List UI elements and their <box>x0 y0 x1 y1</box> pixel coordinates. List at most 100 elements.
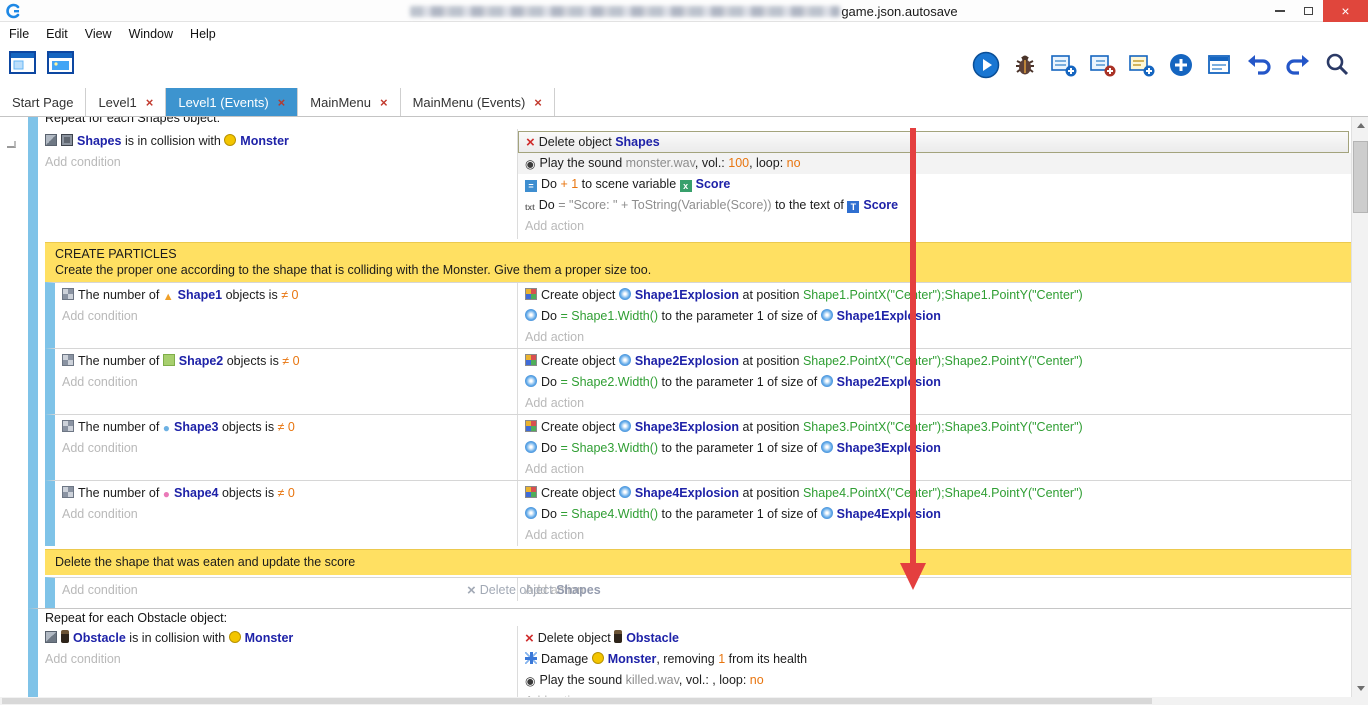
add-condition-link[interactable]: Add condition <box>55 306 517 327</box>
add-event-icon[interactable] <box>1049 50 1079 80</box>
action-create-shape4explosion[interactable]: Create object Shape4Explosion at positio… <box>518 483 1351 504</box>
collapse-toggle[interactable] <box>7 141 16 148</box>
action-create-shape1explosion[interactable]: Create object Shape1Explosion at positio… <box>518 285 1351 306</box>
action-size-shape3explosion[interactable]: Do = Shape3.Width() to the parameter 1 o… <box>518 438 1351 459</box>
sound-icon <box>525 671 535 692</box>
action-delete-shapes[interactable]: Delete object Shapes <box>518 131 1349 153</box>
action-delete-obstacle[interactable]: Delete object Obstacle <box>518 628 1351 649</box>
text-segment: Create object <box>541 354 619 368</box>
add-action-link[interactable]: Add action <box>518 327 1351 348</box>
debug-icon[interactable] <box>1010 50 1040 80</box>
tab-close-icon[interactable]: × <box>278 96 286 109</box>
image-window-icon[interactable] <box>46 48 76 78</box>
tab-level1-events[interactable]: Level1 (Events) × <box>166 88 298 116</box>
condition-obstacle-collision[interactable]: Obstacle is in collision with Monster <box>38 628 517 649</box>
menu-window[interactable]: Window <box>121 24 181 44</box>
scene-window-icon[interactable] <box>8 48 38 78</box>
action-size-shape2explosion[interactable]: Do = Shape2.Width() to the parameter 1 o… <box>518 372 1351 393</box>
condition-shape4-count[interactable]: The number of Shape4 objects is ≠ 0 <box>55 483 517 504</box>
add-condition-link[interactable]: Add condition <box>55 372 517 393</box>
add-comment-icon[interactable] <box>1127 50 1157 80</box>
tab-label: Start Page <box>12 95 73 110</box>
text-segment: Monster <box>608 652 657 666</box>
add-action-link[interactable]: Add action <box>518 580 1351 601</box>
action-size-shape1explosion[interactable]: Do = Shape1.Width() to the parameter 1 o… <box>518 306 1351 327</box>
text-segment: Play the sound <box>539 673 625 687</box>
comment-delete-shape[interactable]: Delete the shape that was eaten and upda… <box>45 549 1351 575</box>
text-segment: at position <box>739 288 803 302</box>
add-action-link[interactable]: Add action <box>518 525 1351 546</box>
add-plus-icon[interactable] <box>1166 50 1196 80</box>
play-icon[interactable] <box>971 50 1001 80</box>
comment-create-particles[interactable]: CREATE PARTICLES Create the proper one a… <box>45 242 1351 282</box>
create-icon <box>525 288 537 300</box>
event-drop-target[interactable]: Add condition Add action Delete object S… <box>45 577 1351 608</box>
event-repeat-shapes[interactable]: Repeat for each Shapes object: Shapes is… <box>28 117 1351 608</box>
condition-shape1-count[interactable]: The number of Shape1 objects is ≠ 0 <box>55 285 517 306</box>
text-segment: , removing <box>656 652 718 666</box>
vertical-scrollbar[interactable] <box>1351 117 1368 697</box>
add-condition-link[interactable]: Add condition <box>55 504 517 525</box>
scroll-down-arrow-icon[interactable] <box>1352 680 1368 697</box>
tab-mainmenu[interactable]: MainMenu × <box>298 88 400 116</box>
menu-edit[interactable]: Edit <box>38 24 76 44</box>
add-condition-link[interactable]: Add condition <box>38 152 517 173</box>
condition-shapes-collision[interactable]: Shapes is in collision with Monster <box>38 131 517 152</box>
tab-start-page[interactable]: Start Page <box>0 88 86 116</box>
action-play-killed-sound[interactable]: Play the sound killed.wav, vol.: , loop:… <box>518 670 1351 691</box>
text-segment: ≠ 0 <box>278 486 295 500</box>
tab-level1[interactable]: Level1 × <box>86 88 166 116</box>
text-segment: Shape1.PointX("Center");Shape1.PointY("C… <box>803 288 1083 302</box>
subevent-shape2[interactable]: The number of Shape2 objects is ≠ 0 Add … <box>45 348 1351 414</box>
horizontal-scrollbar-thumb[interactable] <box>2 698 1152 704</box>
subevent-shape4[interactable]: The number of Shape4 objects is ≠ 0 Add … <box>45 480 1351 546</box>
create-icon <box>525 486 537 498</box>
action-damage-monster[interactable]: Damage Monster, removing 1 from its heal… <box>518 649 1351 670</box>
horizontal-scrollbar[interactable] <box>0 697 1351 705</box>
action-add-score[interactable]: Do + 1 to scene variable Score <box>518 174 1351 195</box>
add-condition-link[interactable]: Add condition <box>38 649 517 670</box>
add-action-link[interactable]: Add action <box>518 459 1351 480</box>
explosion-icon <box>821 441 833 453</box>
text-segment: Shape2.PointX("Center");Shape2.PointY("C… <box>803 354 1083 368</box>
add-condition-link[interactable]: Add condition <box>55 438 517 459</box>
count-icon <box>62 486 74 498</box>
subevent-shape1[interactable]: The number of Shape1 objects is ≠ 0 Add … <box>45 282 1351 348</box>
add-condition-link[interactable]: Add condition <box>55 580 517 601</box>
tab-close-icon[interactable]: × <box>380 96 388 109</box>
action-create-shape2explosion[interactable]: Create object Shape2Explosion at positio… <box>518 351 1351 372</box>
condition-shape2-count[interactable]: The number of Shape2 objects is ≠ 0 <box>55 351 517 372</box>
menu-file[interactable]: File <box>1 24 37 44</box>
action-set-score-text[interactable]: Do = "Score: " + ToString(Variable(Score… <box>518 195 1351 216</box>
redo-icon[interactable] <box>1283 50 1313 80</box>
text-segment: is in collision with <box>126 631 229 645</box>
text-segment: Shape4Explosion <box>635 486 739 500</box>
tab-mainmenu-events[interactable]: MainMenu (Events) × <box>401 88 555 116</box>
scroll-up-arrow-icon[interactable] <box>1352 117 1368 134</box>
search-icon[interactable] <box>1322 50 1352 80</box>
add-subevent-icon[interactable] <box>1088 50 1118 80</box>
condition-shape3-count[interactable]: The number of Shape3 objects is ≠ 0 <box>55 417 517 438</box>
vertical-scrollbar-thumb[interactable] <box>1353 141 1368 213</box>
action-create-shape3explosion[interactable]: Create object Shape3Explosion at positio… <box>518 417 1351 438</box>
action-size-shape4explosion[interactable]: Do = Shape4.Width() to the parameter 1 o… <box>518 504 1351 525</box>
menu-help[interactable]: Help <box>182 24 224 44</box>
text-segment: Shapes <box>615 135 659 149</box>
maximize-icon[interactable] <box>1294 0 1323 22</box>
title-bar: game.json.autosave × <box>0 0 1368 22</box>
minimize-icon[interactable] <box>1265 0 1294 22</box>
toggle-panel-icon[interactable] <box>1205 50 1235 80</box>
add-action-link[interactable]: Add action <box>518 216 1351 237</box>
subevent-shape3[interactable]: The number of Shape3 objects is ≠ 0 Add … <box>45 414 1351 480</box>
text-segment: to the parameter 1 of size of <box>658 507 821 521</box>
action-play-sound[interactable]: Play the sound monster.wav, vol.: 100, l… <box>518 153 1351 174</box>
event-repeat-obstacle[interactable]: Repeat for each Obstacle object: Obstacl… <box>28 608 1351 697</box>
tab-close-icon[interactable]: × <box>146 96 154 109</box>
close-icon[interactable]: × <box>1323 0 1368 22</box>
tab-close-icon[interactable]: × <box>534 96 542 109</box>
repeat-header[interactable]: Repeat for each Shapes object: <box>38 117 1351 126</box>
undo-icon[interactable] <box>1244 50 1274 80</box>
repeat-header[interactable]: Repeat for each Obstacle object: <box>38 609 1351 626</box>
add-action-link[interactable]: Add action <box>518 393 1351 414</box>
menu-view[interactable]: View <box>77 24 120 44</box>
